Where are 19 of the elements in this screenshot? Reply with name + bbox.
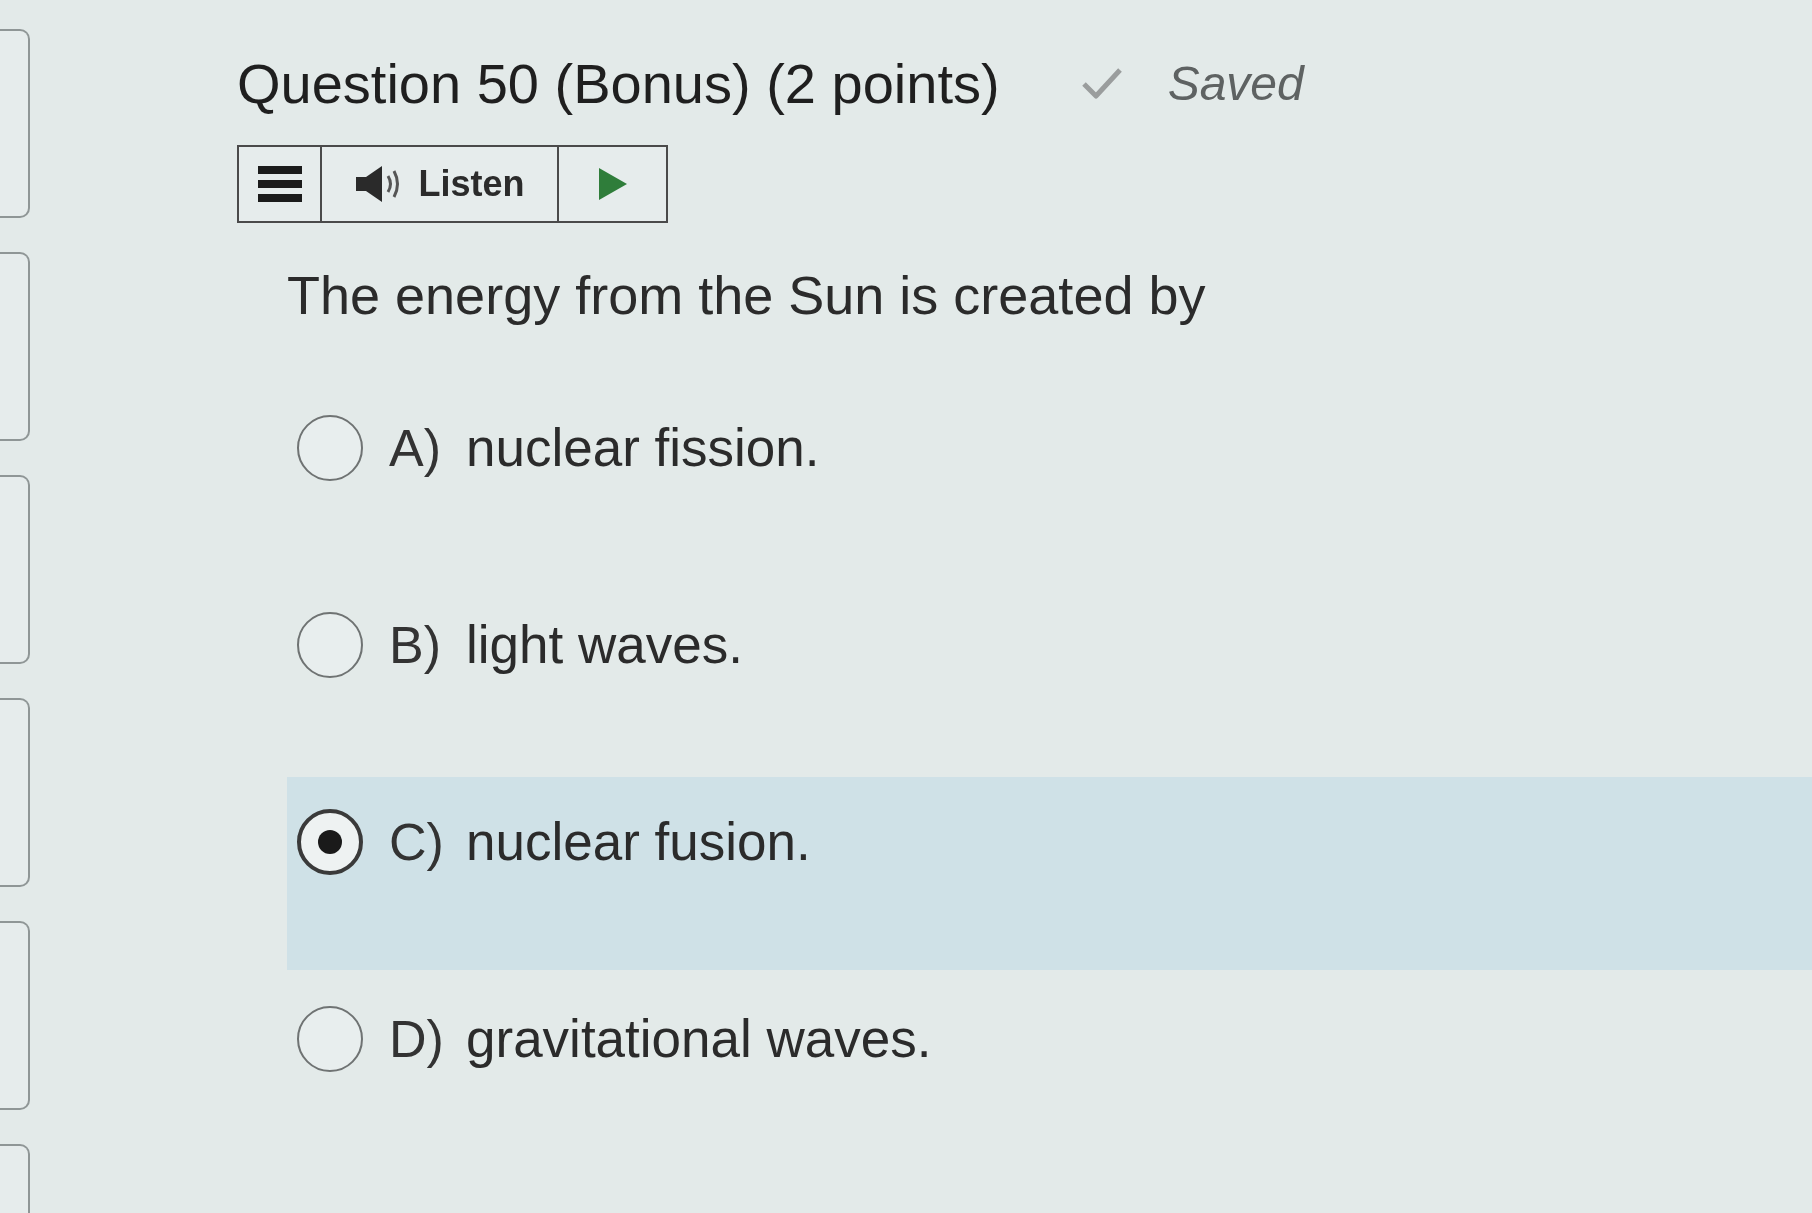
option-letter: D) [389,1009,445,1070]
save-status: Saved [1167,55,1304,111]
question-nav-tab[interactable] [0,921,30,1110]
play-icon [598,168,627,200]
listen-button[interactable]: Listen [322,147,559,221]
option-letter: C) [389,812,445,873]
option-text[interactable]: gravitational waves. [466,1006,932,1072]
menu-icon [257,166,302,202]
question-title: Question 50 (Bonus) (2 points) [237,50,1000,116]
question-nav-tab[interactable] [0,252,30,441]
question-nav-tab[interactable] [0,698,30,887]
option-text[interactable]: nuclear fission. [466,415,820,481]
option-text[interactable]: nuclear fusion. [466,809,811,875]
question-nav-tab[interactable] [0,475,30,664]
option-letter: A) [389,418,442,479]
question-nav-tab[interactable] [0,29,30,218]
option-letter: B) [389,615,442,676]
option-text[interactable]: light waves. [466,612,743,678]
question-text: The energy from the Sun is created by [287,264,1207,327]
